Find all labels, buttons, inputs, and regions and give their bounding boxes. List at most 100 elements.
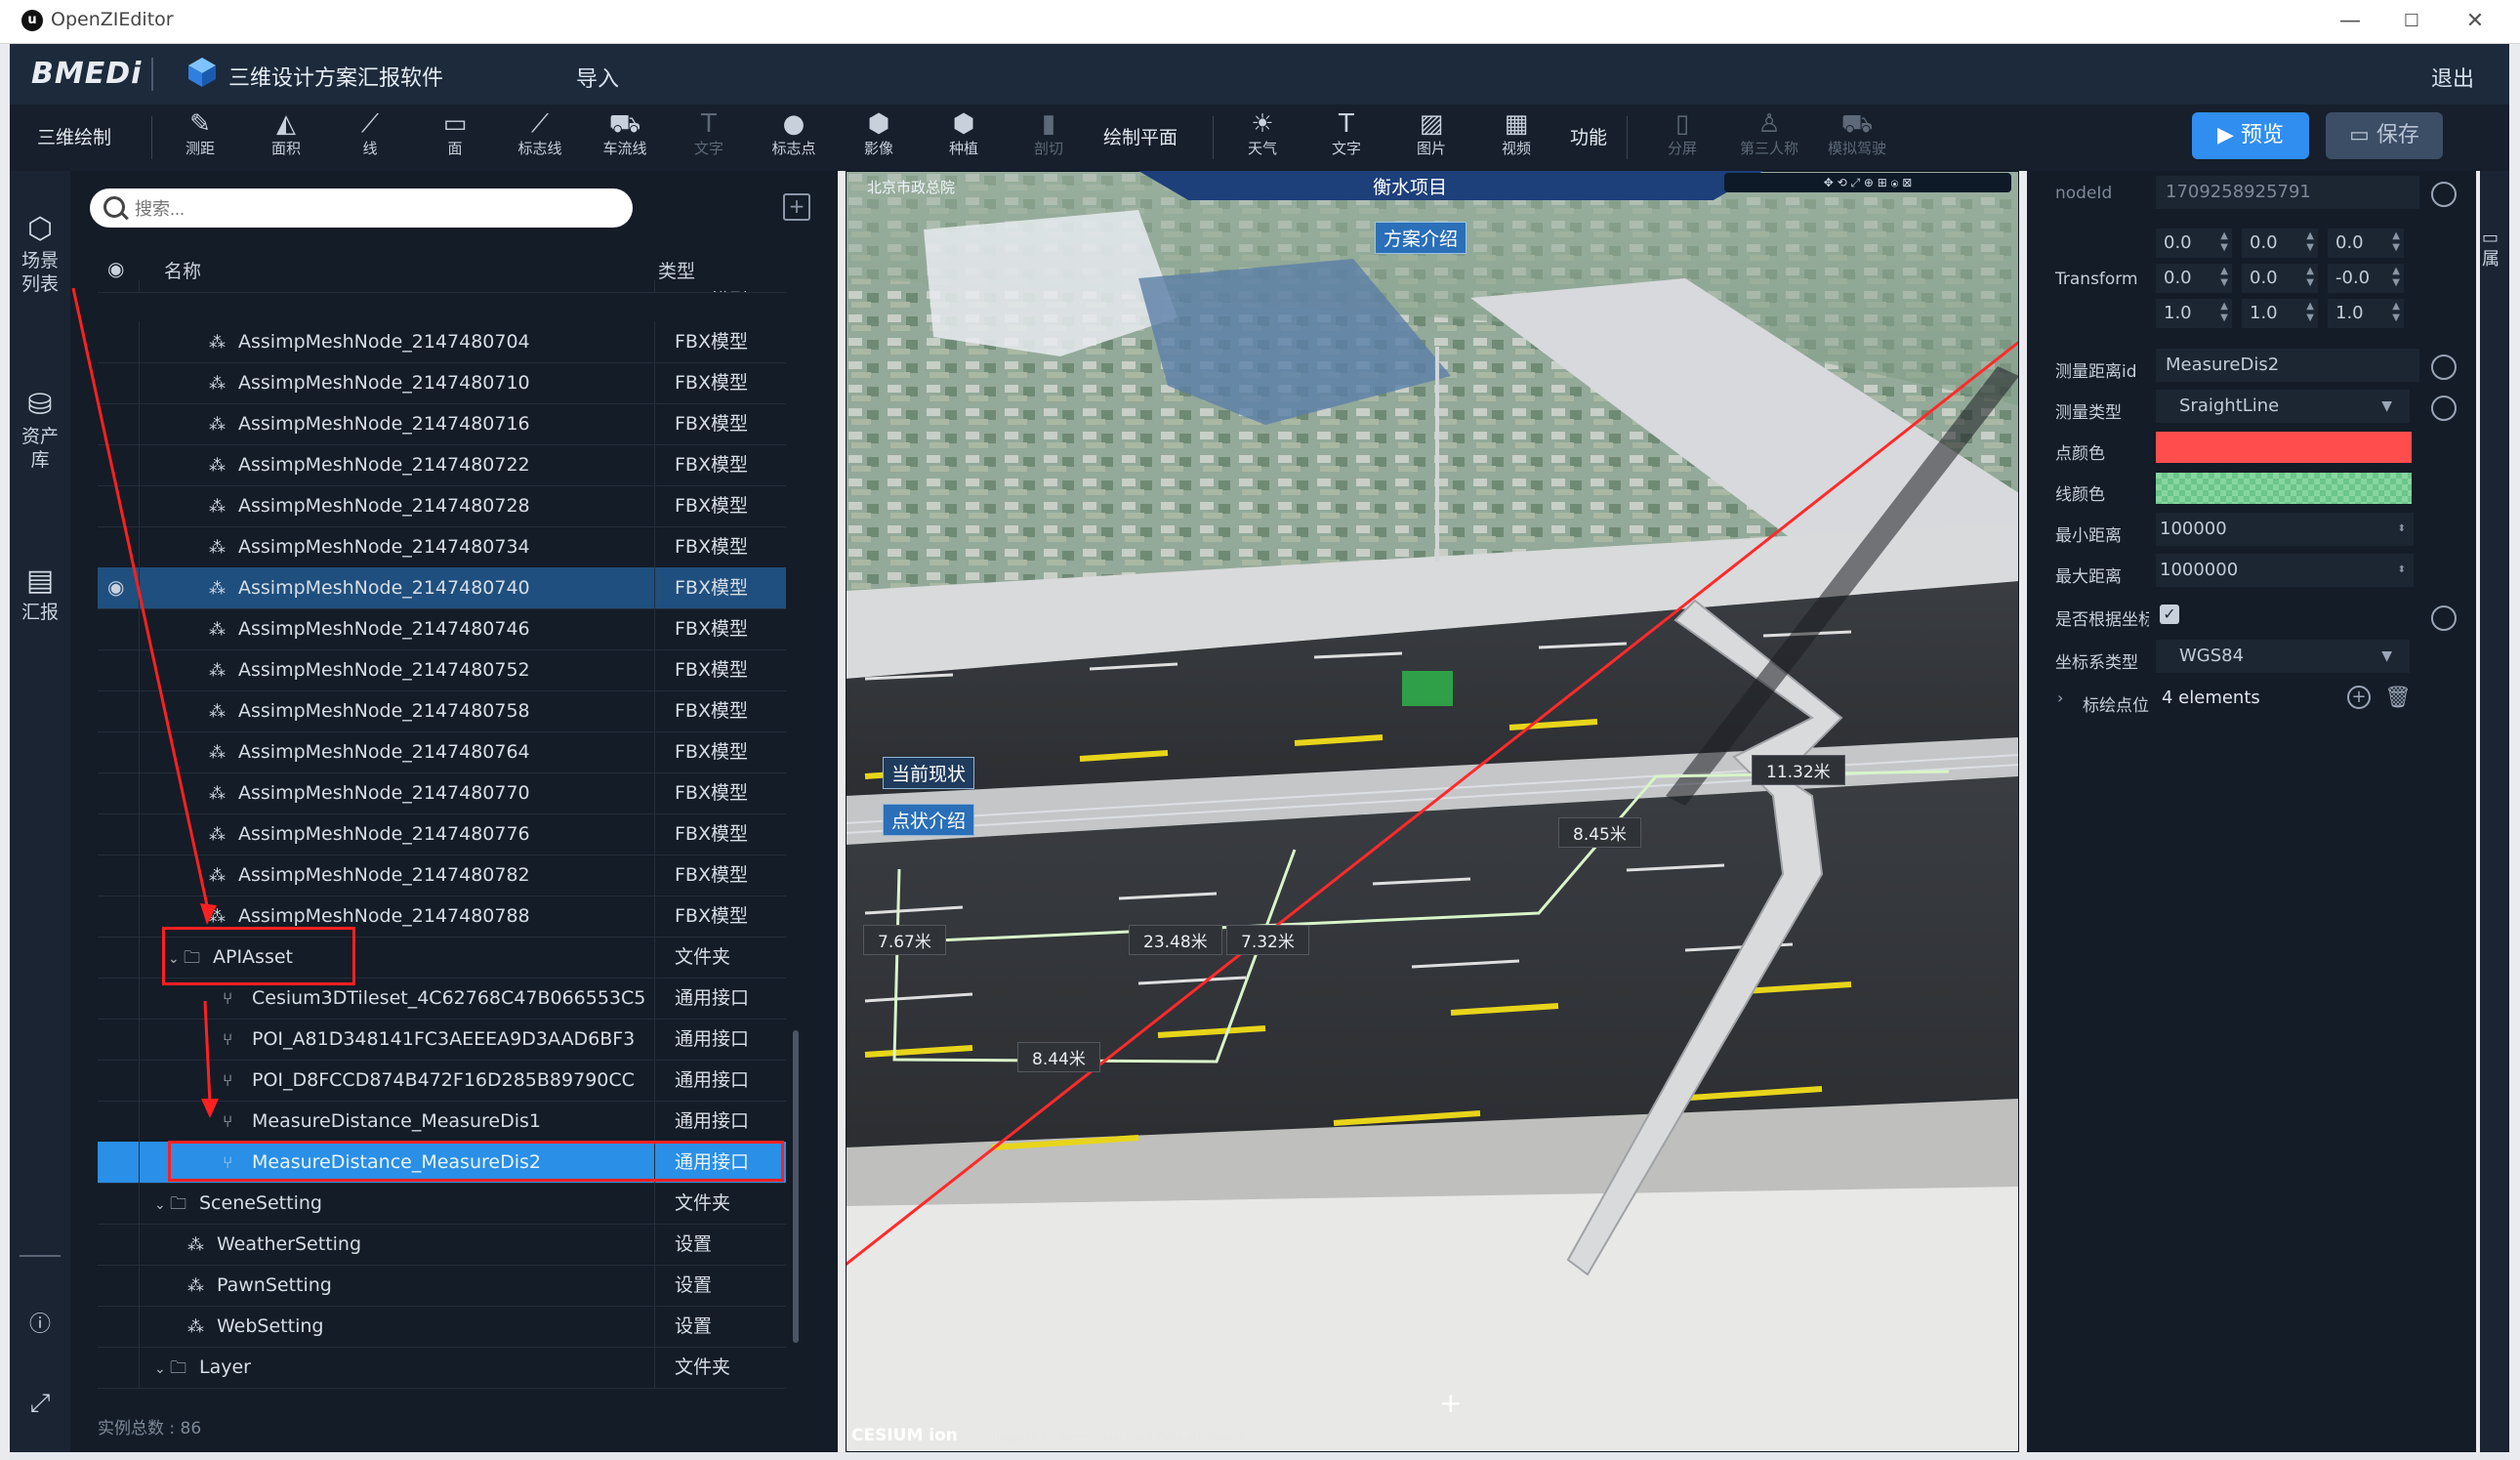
tree-row[interactable]: ◉ ⁂ AssimpMeshNode_2147480740 FBX模型 bbox=[98, 567, 786, 609]
transform-spinbox[interactable]: 1.0 ▲ ▼ bbox=[2156, 299, 2232, 328]
stepper-arrows-icon[interactable]: ▲ ▼ bbox=[2392, 266, 2400, 289]
tool-plane-text[interactable]: T 文字 bbox=[1314, 104, 1379, 171]
tree-row[interactable]: ⁂ AssimpMeshNode_2147480776 FBX模型 bbox=[98, 813, 786, 855]
min-distance-field[interactable]: 100000 ⬍ bbox=[2156, 513, 2414, 546]
measure-id-field[interactable]: MeasureDis2 bbox=[2156, 349, 2419, 382]
visibility-cell[interactable] bbox=[98, 855, 140, 896]
tree-row[interactable]: ⌄ 🗀 SceneSetting 文件夹 bbox=[98, 1183, 786, 1225]
reset-icon[interactable] bbox=[2431, 605, 2457, 631]
eye-icon[interactable]: ◉ bbox=[107, 575, 124, 599]
visibility-cell[interactable] bbox=[98, 1224, 140, 1265]
preview-button[interactable]: ▶ 预览 bbox=[2192, 112, 2309, 159]
tool-third-person[interactable]: ♙ 第三人称 bbox=[1730, 104, 1808, 171]
crs-type-select[interactable]: WGS84 ▼ bbox=[2156, 640, 2410, 673]
viewport-controls[interactable]: ✥ ⟲ ⤢ ⊕ ⊞ ⦿ ⊠ bbox=[1724, 173, 2011, 192]
visibility-cell[interactable] bbox=[98, 1347, 140, 1388]
visibility-cell[interactable] bbox=[98, 1142, 140, 1183]
tree-row[interactable]: ⁂ AssimpMeshNode_2147480770 FBX模型 bbox=[98, 772, 786, 814]
visibility-cell[interactable] bbox=[98, 485, 140, 526]
plan-intro-label[interactable]: 方案介绍 bbox=[1375, 222, 1467, 254]
sidebar-item-scene-list[interactable]: ⬡ 场景 列表 bbox=[10, 210, 70, 296]
stepper-arrows-icon[interactable]: ▲ ▼ bbox=[2220, 301, 2228, 324]
tree-row[interactable]: ⌄ 🗀 Layer 文件夹 bbox=[98, 1347, 786, 1389]
transform-spinbox[interactable]: -0.0 ▲ ▼ bbox=[2328, 264, 2404, 293]
delete-icon[interactable]: 🗑 bbox=[2384, 686, 2412, 710]
tool-polygon[interactable]: ▭ 面 bbox=[423, 104, 487, 171]
exit-button[interactable]: 退出 bbox=[2431, 62, 2474, 93]
tree-row[interactable]: ⁂ PawnSetting 设置 bbox=[98, 1265, 786, 1307]
measure-type-select[interactable]: SraightLine ▼ bbox=[2156, 390, 2410, 423]
tree-row[interactable]: ⁂ WeatherSetting 设置 bbox=[98, 1224, 786, 1266]
tree-row[interactable]: ⁂ AssimpMeshNode_2147480764 FBX模型 bbox=[98, 731, 786, 773]
visibility-cell[interactable] bbox=[98, 362, 140, 403]
transform-spinbox[interactable]: 0.0 ▲ ▼ bbox=[2328, 229, 2404, 258]
visibility-cell[interactable] bbox=[98, 896, 140, 937]
close-button[interactable]: ✕ bbox=[2454, 6, 2497, 37]
point-color-swatch[interactable] bbox=[2156, 432, 2412, 463]
stepper-arrows-icon[interactable]: ▲ ▼ bbox=[2220, 266, 2228, 289]
chevron-right-icon[interactable]: › bbox=[2057, 688, 2063, 707]
transform-spinbox[interactable]: 0.0 ▲ ▼ bbox=[2156, 264, 2232, 293]
add-node-icon[interactable]: + bbox=[783, 193, 810, 221]
visibility-cell[interactable] bbox=[98, 937, 140, 978]
minimize-button[interactable]: — bbox=[2329, 6, 2372, 37]
reset-icon[interactable] bbox=[2431, 182, 2457, 207]
add-point-icon[interactable]: + bbox=[2347, 686, 2371, 709]
current-status-label[interactable]: 当前现状 bbox=[883, 757, 975, 789]
tree-row[interactable]: ⁂ AssimpMeshNode_2147480716 FBX模型 bbox=[98, 403, 786, 445]
help-icon[interactable]: ⓘ bbox=[10, 1314, 70, 1337]
visibility-cell[interactable] bbox=[98, 978, 140, 1019]
chevron-down-icon[interactable]: ⌄ bbox=[154, 1349, 170, 1390]
tree-row[interactable]: ⑂ MeasureDistance_MeasureDis1 通用接口 bbox=[98, 1101, 786, 1143]
visibility-cell[interactable] bbox=[98, 1101, 140, 1142]
tool-text[interactable]: T 文字 bbox=[677, 104, 741, 171]
visibility-cell[interactable] bbox=[98, 731, 140, 772]
visibility-cell[interactable] bbox=[98, 1265, 140, 1306]
tool-marker-point[interactable]: ● 标志点 bbox=[762, 104, 826, 171]
tool-clip[interactable]: ▮ 剖切 bbox=[1016, 104, 1081, 171]
reset-icon[interactable] bbox=[2431, 355, 2457, 380]
visibility-cell[interactable] bbox=[98, 813, 140, 855]
visibility-cell[interactable] bbox=[98, 1060, 140, 1101]
tree-row[interactable]: ⁂ AssimpMeshNode_2147480698 FBX模型 bbox=[98, 280, 786, 293]
tree-row[interactable]: ⁂ WebSetting 设置 bbox=[98, 1306, 786, 1348]
tool-weather[interactable]: ☀ 天气 bbox=[1230, 104, 1295, 171]
visibility-cell[interactable]: ◉ bbox=[98, 567, 140, 608]
sidebar-item-asset-library[interactable]: ⛁ 资产库 bbox=[10, 386, 70, 472]
tool-drive-sim[interactable]: ⛟ 模拟驾驶 bbox=[1818, 104, 1896, 171]
import-menu[interactable]: 导入 bbox=[576, 62, 619, 93]
cesium-attribution[interactable]: Upgrade for commercial use • Data attrib… bbox=[992, 1431, 1244, 1443]
tool-measure-distance[interactable]: ✎ 测距 bbox=[168, 104, 232, 171]
tool-car-flow[interactable]: ⛟ 车流线 bbox=[593, 104, 657, 171]
stepper-arrows-icon[interactable]: ▲ ▼ bbox=[2392, 301, 2400, 324]
tree-row[interactable]: ⑂ POI_D8FCCD874B472F16D285B89790CC 通用接口 bbox=[98, 1060, 786, 1102]
tool-marker-line[interactable]: ⟋ 标志线 bbox=[508, 104, 572, 171]
stepper-icon[interactable]: ⬍ bbox=[2398, 554, 2406, 587]
stepper-icon[interactable]: ⬍ bbox=[2398, 513, 2406, 546]
visibility-cell[interactable] bbox=[98, 649, 140, 690]
chevron-down-icon[interactable]: ⌄ bbox=[154, 1185, 170, 1226]
tree-row[interactable]: ⁂ AssimpMeshNode_2147480782 FBX模型 bbox=[98, 855, 786, 897]
stepper-arrows-icon[interactable]: ▲ ▼ bbox=[2306, 230, 2314, 254]
visibility-cell[interactable] bbox=[98, 321, 140, 362]
by-coord-checkbox[interactable]: ✓ bbox=[2160, 605, 2179, 624]
tool-imagery[interactable]: ⬢ 影像 bbox=[847, 104, 911, 171]
visibility-cell[interactable] bbox=[98, 280, 140, 292]
tree-row[interactable]: ⑂ Cesium3DTileset_4C62768C47B066553C5 通用接口 bbox=[98, 978, 786, 1020]
tree-row[interactable]: ⁂ AssimpMeshNode_2147480710 FBX模型 bbox=[98, 362, 786, 404]
transform-spinbox[interactable]: 0.0 ▲ ▼ bbox=[2156, 229, 2232, 258]
search-input[interactable] bbox=[133, 194, 615, 224]
stepper-arrows-icon[interactable]: ▲ ▼ bbox=[2306, 301, 2314, 324]
tree-scrollbar[interactable] bbox=[793, 1030, 799, 1343]
right-panel-tab-icon[interactable]: ▭ 属 bbox=[2482, 228, 2499, 271]
tool-image[interactable]: ▨ 图片 bbox=[1399, 104, 1464, 171]
maximize-button[interactable]: ☐ bbox=[2390, 6, 2433, 37]
save-button[interactable]: ▭ 保存 bbox=[2326, 112, 2443, 159]
transform-spinbox[interactable]: 0.0 ▲ ▼ bbox=[2242, 264, 2318, 293]
line-color-swatch[interactable] bbox=[2156, 473, 2412, 504]
eye-icon[interactable]: ◉ bbox=[107, 257, 124, 280]
3d-viewport[interactable]: 衡水项目 北京市政总院 ✥ ⟲ ⤢ ⊕ ⊞ ⦿ ⊠ 方案介绍 当前现状 点状介绍… bbox=[846, 171, 2019, 1452]
tool-line[interactable]: ⟋ 线 bbox=[338, 104, 402, 171]
stepper-arrows-icon[interactable]: ▲ ▼ bbox=[2306, 266, 2314, 289]
visibility-cell[interactable] bbox=[98, 526, 140, 567]
